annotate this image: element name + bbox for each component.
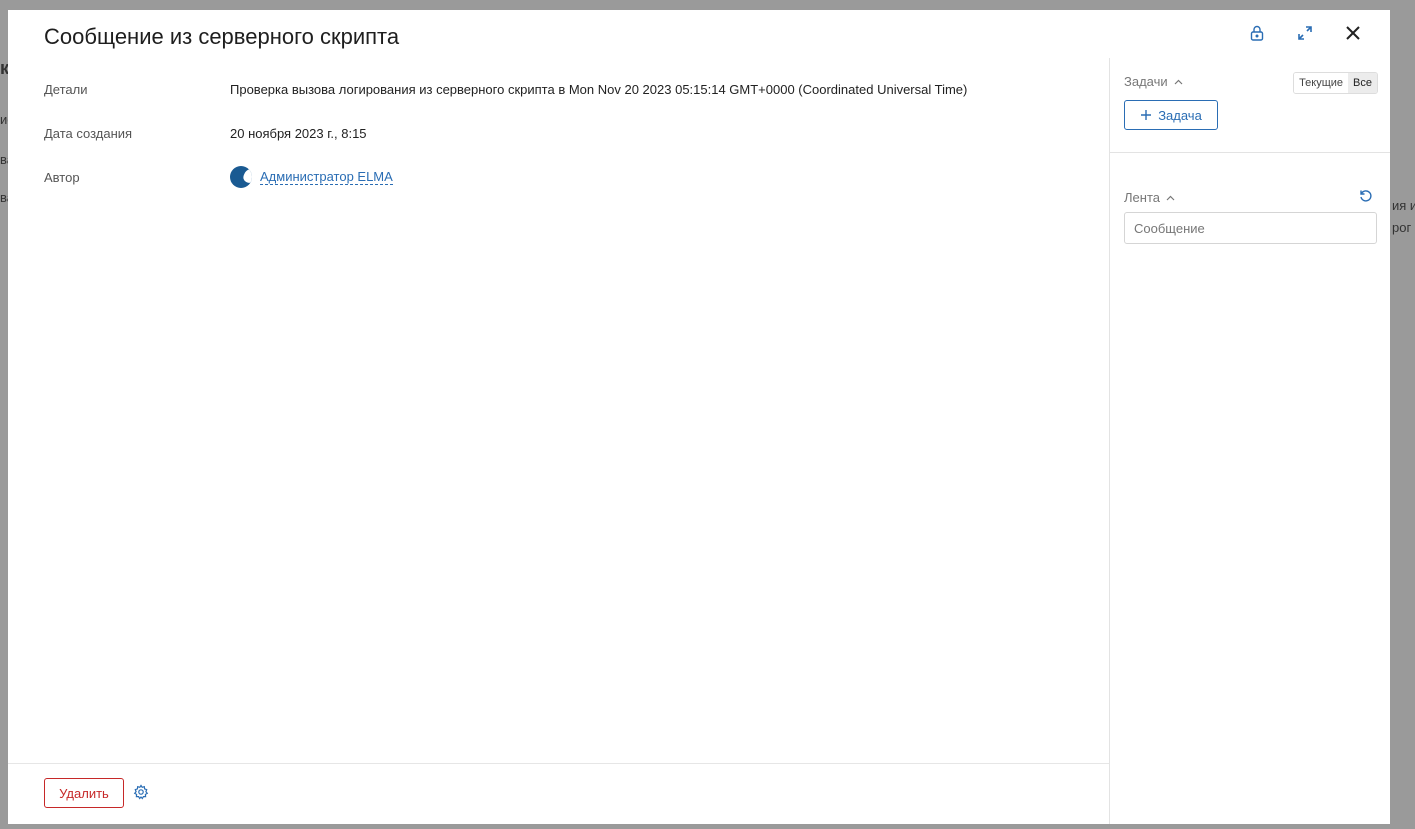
created-date-value: 20 ноября 2023 г., 8:15 bbox=[230, 126, 367, 141]
right-panel-divider bbox=[1110, 152, 1390, 153]
field-row-author: Автор Администратор ELMA bbox=[44, 166, 967, 214]
header-actions bbox=[1244, 20, 1366, 46]
feed-message-input[interactable] bbox=[1124, 212, 1377, 244]
bg-text: ва bbox=[0, 152, 8, 167]
author-link[interactable]: Администратор ELMA bbox=[260, 169, 393, 185]
lock-icon[interactable] bbox=[1244, 20, 1270, 46]
author-value: Администратор ELMA bbox=[230, 166, 393, 188]
avatar[interactable] bbox=[230, 166, 252, 188]
bg-text: ва bbox=[0, 190, 8, 205]
panel-divider bbox=[1109, 58, 1110, 824]
details-value: Проверка вызова логирования из серверног… bbox=[230, 82, 968, 97]
gear-icon[interactable] bbox=[133, 784, 149, 805]
expand-icon[interactable] bbox=[1292, 20, 1318, 46]
field-label: Автор bbox=[44, 170, 80, 185]
tasks-filter: Текущие Все bbox=[1293, 72, 1378, 94]
close-icon[interactable] bbox=[1340, 20, 1366, 46]
filter-all[interactable]: Все bbox=[1348, 73, 1377, 93]
bg-text: ие bbox=[0, 112, 8, 127]
bg-text: ия и bbox=[1392, 198, 1415, 213]
chevron-up-icon bbox=[1174, 79, 1183, 84]
message-fields: Детали Проверка вызова логирования из се… bbox=[44, 82, 967, 214]
modal-title: Сообщение из серверного скрипта bbox=[44, 24, 400, 49]
field-label: Дата создания bbox=[44, 126, 133, 141]
field-row-created-date: Дата создания 20 ноября 2023 г., 8:15 bbox=[44, 126, 967, 170]
feed-title: Лента bbox=[1124, 190, 1160, 205]
tasks-title: Задачи bbox=[1124, 74, 1168, 89]
refresh-icon[interactable] bbox=[1358, 188, 1374, 209]
filter-current[interactable]: Текущие bbox=[1294, 73, 1349, 93]
feed-section-toggle[interactable]: Лента bbox=[1124, 190, 1175, 205]
field-row-details: Детали Проверка вызова логирования из се… bbox=[44, 82, 967, 126]
bg-text: рог bbox=[1392, 220, 1412, 235]
footer-divider bbox=[8, 763, 1109, 764]
add-task-label: Задача bbox=[1158, 107, 1202, 123]
delete-button[interactable]: Удалить bbox=[44, 778, 124, 808]
message-modal: Сообщение из серверного скрипта Детали П… bbox=[8, 10, 1390, 824]
bg-text: ки bbox=[0, 58, 8, 78]
field-label: Детали bbox=[44, 82, 88, 97]
plus-icon bbox=[1141, 110, 1152, 120]
add-task-button[interactable]: Задача bbox=[1124, 100, 1218, 130]
tasks-section-toggle[interactable]: Задачи bbox=[1124, 74, 1183, 89]
chevron-up-icon bbox=[1166, 195, 1175, 200]
